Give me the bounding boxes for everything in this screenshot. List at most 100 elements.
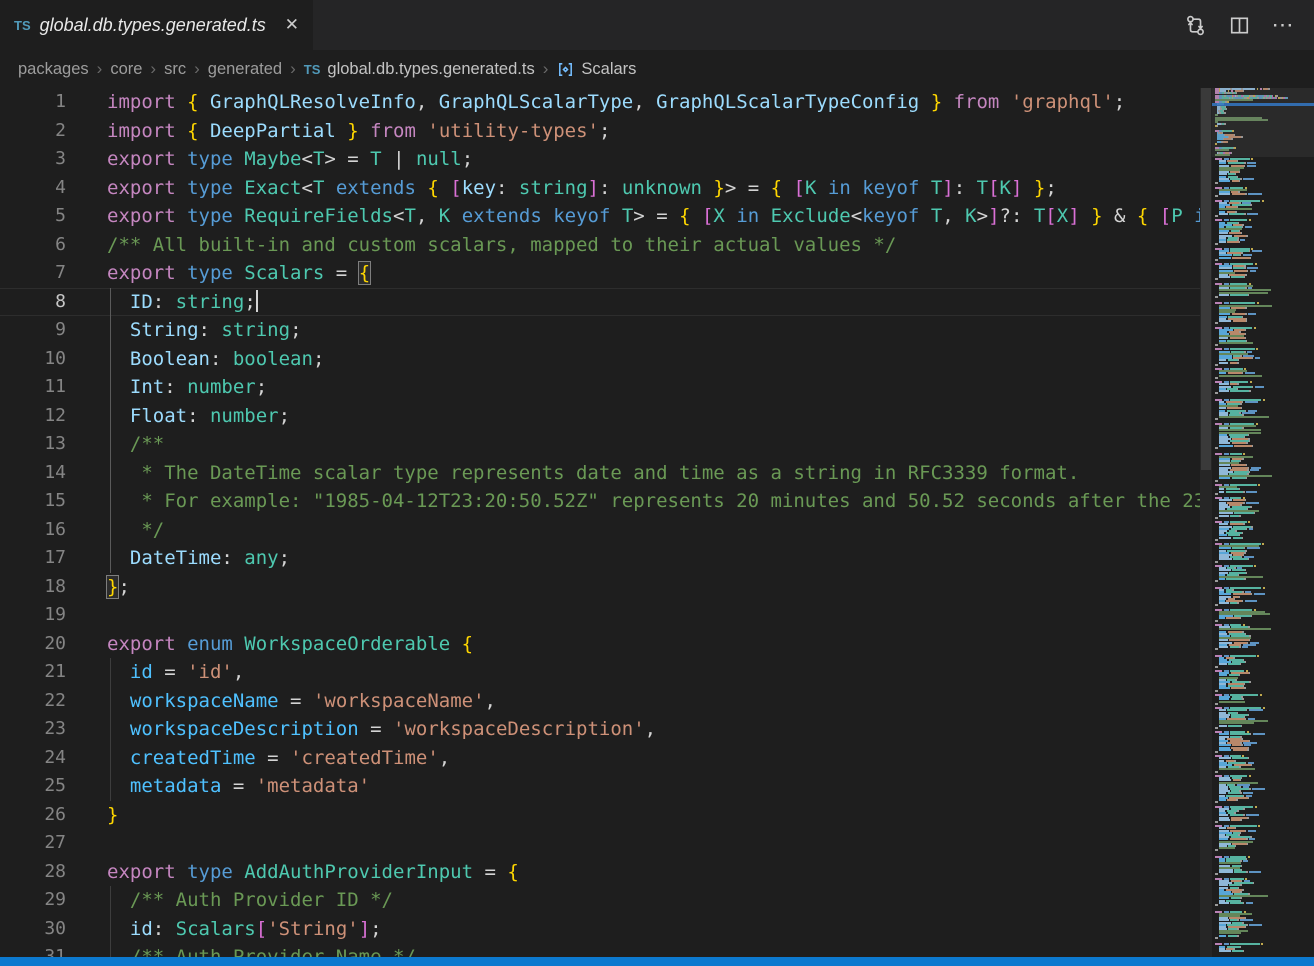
line-number[interactable]: 7 bbox=[0, 259, 66, 288]
vertical-scrollbar[interactable] bbox=[1200, 88, 1212, 957]
line-number[interactable]: 29 bbox=[0, 886, 66, 915]
line-number[interactable]: 28 bbox=[0, 858, 66, 887]
code-line-19[interactable]: 19 bbox=[0, 601, 1200, 630]
code-token: : bbox=[221, 547, 244, 569]
breadcrumb-symbol[interactable]: Scalars bbox=[556, 60, 636, 79]
code-area[interactable]: 1import { GraphQLResolveInfo, GraphQLSca… bbox=[0, 88, 1200, 957]
line-number[interactable]: 16 bbox=[0, 516, 66, 545]
minimap-segment bbox=[1219, 477, 1230, 479]
code-line-30[interactable]: 30 id: Scalars['String']; bbox=[0, 915, 1200, 944]
code-line-12[interactable]: 12 Float: number; bbox=[0, 402, 1200, 431]
code-line-4[interactable]: 4export type Exact<T extends { [key: str… bbox=[0, 174, 1200, 203]
code-line-29[interactable]: 29 /** Auth Provider ID */ bbox=[0, 886, 1200, 915]
code-line-27[interactable]: 27 bbox=[0, 829, 1200, 858]
line-number[interactable]: 12 bbox=[0, 402, 66, 431]
line-number[interactable]: 30 bbox=[0, 915, 66, 944]
code-line-11[interactable]: 11 Int: number; bbox=[0, 373, 1200, 402]
breadcrumb-file-label: global.db.types.generated.ts bbox=[327, 60, 534, 79]
code-line-14[interactable]: 14 * The DateTime scalar type represents… bbox=[0, 459, 1200, 488]
line-number[interactable]: 4 bbox=[0, 174, 66, 203]
line-number[interactable]: 14 bbox=[0, 459, 66, 488]
code-line-15[interactable]: 15 * For example: "1985-04-12T23:20:50.5… bbox=[0, 487, 1200, 516]
code-line-16[interactable]: 16 */ bbox=[0, 516, 1200, 545]
line-number[interactable]: 23 bbox=[0, 715, 66, 744]
line-number[interactable]: 31 bbox=[0, 943, 66, 957]
code-line-18[interactable]: 18}; bbox=[0, 573, 1200, 602]
line-number[interactable]: 21 bbox=[0, 658, 66, 687]
line-number[interactable]: 2 bbox=[0, 117, 66, 146]
split-editor-icon[interactable] bbox=[1224, 10, 1254, 40]
code-line-31[interactable]: 31 /** Auth Provider Name */ bbox=[0, 943, 1200, 957]
line-number[interactable]: 11 bbox=[0, 373, 66, 402]
open-changes-icon[interactable] bbox=[1180, 10, 1210, 40]
line-number[interactable]: 8 bbox=[0, 288, 66, 317]
code-line-21[interactable]: 21 id = 'id', bbox=[0, 658, 1200, 687]
line-number[interactable]: 10 bbox=[0, 345, 66, 374]
line-number[interactable]: 22 bbox=[0, 687, 66, 716]
indent-guide bbox=[110, 373, 111, 402]
code-line-text: import { DeepPartial } from 'utility-typ… bbox=[66, 117, 610, 146]
breadcrumb-folder-packages[interactable]: packages bbox=[18, 60, 89, 79]
code-line-7[interactable]: 7export type Scalars = { bbox=[0, 259, 1200, 288]
code-token: workspaceName bbox=[130, 690, 279, 712]
close-tab-icon[interactable]: ✕ bbox=[281, 13, 303, 37]
minimap-segment bbox=[1231, 138, 1233, 140]
line-number[interactable]: 6 bbox=[0, 231, 66, 260]
code-line-20[interactable]: 20export enum WorkspaceOrderable { bbox=[0, 630, 1200, 659]
minimap-segment bbox=[1239, 596, 1241, 598]
code-line-28[interactable]: 28export type AddAuthProviderInput = { bbox=[0, 858, 1200, 887]
line-number[interactable]: 3 bbox=[0, 145, 66, 174]
code-token: , bbox=[485, 690, 496, 712]
breadcrumb-file[interactable]: TS global.db.types.generated.ts bbox=[304, 60, 535, 79]
code-line-10[interactable]: 10 Boolean: boolean; bbox=[0, 345, 1200, 374]
line-number[interactable]: 13 bbox=[0, 430, 66, 459]
status-bar[interactable] bbox=[0, 957, 1314, 966]
minimap-segment bbox=[1246, 491, 1257, 493]
minimap-segment bbox=[1232, 193, 1245, 195]
minimap-segment bbox=[1242, 537, 1244, 539]
line-number[interactable]: 20 bbox=[0, 630, 66, 659]
code-line-17[interactable]: 17 DateTime: any; bbox=[0, 544, 1200, 573]
scrollbar-thumb[interactable] bbox=[1201, 88, 1211, 470]
minimap-segment bbox=[1215, 873, 1218, 875]
breadcrumb-folder-generated[interactable]: generated bbox=[208, 60, 282, 79]
breadcrumb-folder-core[interactable]: core bbox=[110, 60, 142, 79]
line-number[interactable]: 24 bbox=[0, 744, 66, 773]
line-number[interactable]: 9 bbox=[0, 316, 66, 345]
line-number[interactable]: 27 bbox=[0, 829, 66, 858]
code-line-8[interactable]: 8 ID: string; bbox=[0, 288, 1200, 317]
line-number[interactable]: 15 bbox=[0, 487, 66, 516]
code-line-26[interactable]: 26} bbox=[0, 801, 1200, 830]
minimap-segment bbox=[1215, 154, 1230, 156]
code-line-9[interactable]: 9 String: string; bbox=[0, 316, 1200, 345]
line-number[interactable]: 26 bbox=[0, 801, 66, 830]
code-line-22[interactable]: 22 workspaceName = 'workspaceName', bbox=[0, 687, 1200, 716]
line-number[interactable]: 25 bbox=[0, 772, 66, 801]
line-number[interactable]: 19 bbox=[0, 601, 66, 630]
code-line-25[interactable]: 25 metadata = 'metadata' bbox=[0, 772, 1200, 801]
code-line-13[interactable]: 13 /** bbox=[0, 430, 1200, 459]
line-number[interactable]: 5 bbox=[0, 202, 66, 231]
code-token: WorkspaceOrderable bbox=[244, 633, 461, 655]
breadcrumb-folder-src[interactable]: src bbox=[164, 60, 186, 79]
code-line-5[interactable]: 5export type RequireFields<T, K extends … bbox=[0, 202, 1200, 231]
line-number[interactable]: 1 bbox=[0, 88, 66, 117]
code-line-6[interactable]: 6/** All built-in and custom scalars, ma… bbox=[0, 231, 1200, 260]
minimap-segment bbox=[1231, 276, 1243, 278]
code-line-1[interactable]: 1import { GraphQLResolveInfo, GraphQLSca… bbox=[0, 88, 1200, 117]
minimap[interactable] bbox=[1212, 88, 1314, 957]
code-line-2[interactable]: 2import { DeepPartial } from 'utility-ty… bbox=[0, 117, 1200, 146]
code-line-24[interactable]: 24 createdTime = 'createdTime', bbox=[0, 744, 1200, 773]
line-number[interactable]: 18 bbox=[0, 573, 66, 602]
code-token: ; bbox=[1114, 91, 1125, 113]
code-token bbox=[942, 91, 953, 113]
code-line-3[interactable]: 3export type Maybe<T> = T | null; bbox=[0, 145, 1200, 174]
code-line-23[interactable]: 23 workspaceDescription = 'workspaceDesc… bbox=[0, 715, 1200, 744]
code-token: = bbox=[359, 718, 393, 740]
tab-global-db-types[interactable]: TS global.db.types.generated.ts ✕ bbox=[0, 0, 313, 50]
minimap-segment bbox=[1230, 902, 1243, 904]
more-actions-icon[interactable]: ⋯ bbox=[1268, 10, 1298, 40]
line-number[interactable]: 17 bbox=[0, 544, 66, 573]
code-line-text: ID: string; bbox=[66, 288, 258, 317]
code-token: export bbox=[107, 148, 187, 170]
